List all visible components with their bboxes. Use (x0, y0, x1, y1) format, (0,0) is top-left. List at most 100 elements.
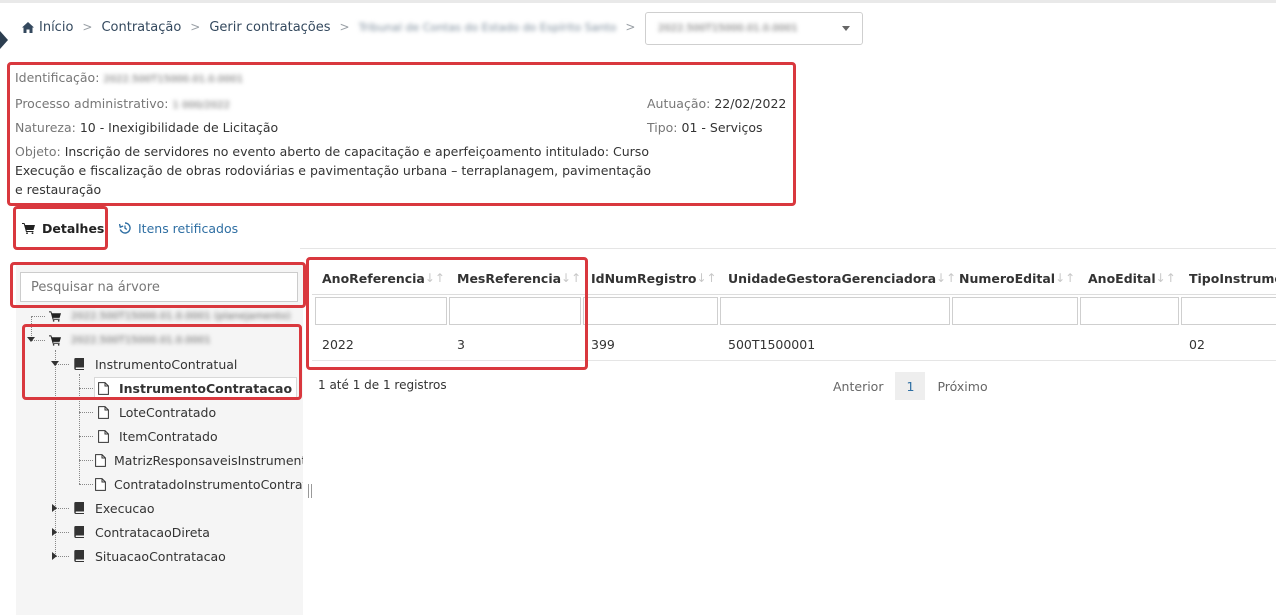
column-header-label: NumeroEdital (959, 270, 1056, 286)
tree-collapse-toggle[interactable] (51, 361, 59, 366)
column-header-numero-edital[interactable]: NumeroEdital ↓↑ (949, 262, 1078, 294)
tree-node-planejamento[interactable]: 2022.500T15000.01.0.0001 (planejamento) (47, 306, 303, 326)
tipo-label: Tipo: (647, 120, 678, 135)
breadcrumb-contratacao[interactable]: Contratação (101, 20, 181, 35)
tree-node-instrumento-contratual[interactable]: InstrumentoContratual (71, 354, 301, 374)
tree-expand-toggle[interactable] (52, 552, 57, 560)
tree-node-label: Execucao (95, 500, 155, 516)
tree-search-input[interactable] (20, 272, 298, 302)
book-icon (71, 526, 87, 538)
pagination-page-button[interactable]: 1 (895, 372, 926, 400)
chevron-right-icon: > (339, 20, 350, 34)
tab-itens-retificados-label: Itens retificados (138, 220, 239, 236)
tree-node-execucao[interactable]: Execucao (71, 498, 301, 518)
filter-input-mes-referencia[interactable] (449, 297, 581, 325)
book-icon (71, 358, 87, 370)
tree-node-contratado-instrumento[interactable]: ContratadoInstrumentoContratacao (95, 474, 303, 494)
column-header-ano-referencia[interactable]: AnoReferencia ↓↑ (312, 262, 447, 294)
tree-node-contratacao-direta[interactable]: ContratacaoDireta (71, 522, 301, 542)
pagination-info: 1 até 1 de 1 registros (318, 378, 447, 392)
data-table: AnoReferencia ↓↑ MesReferencia ↓↑ IdNumReg… (312, 262, 1276, 362)
book-icon (71, 502, 87, 514)
breadcrumb-home-label: Início (39, 19, 74, 35)
column-header-label: IdNumRegistro (591, 270, 697, 286)
tree-node-label: InstrumentoContratual (95, 356, 238, 372)
tree-expand-toggle[interactable] (52, 504, 57, 512)
column-header-label: MesReferencia (457, 270, 562, 286)
tree-node-label: ItemContratado (119, 428, 218, 444)
column-header-id-num-registro[interactable]: IdNumRegistro ↓↑ (581, 262, 718, 294)
column-header-mes-referencia[interactable]: MesReferencia ↓↑ (447, 262, 581, 294)
autuacao-label: Autuação: (647, 96, 711, 111)
filter-input-ano-referencia[interactable] (315, 297, 447, 325)
processo-row: Processo administrativo: 1 000/2022 (15, 96, 230, 111)
objeto-row: Objeto: Inscrição de servidores no event… (15, 142, 655, 199)
contratacao-select[interactable]: 2022.500T15000.01.0.0001 (645, 12, 863, 45)
filter-input-numero-edital[interactable] (952, 297, 1078, 325)
tree-collapse-toggle[interactable] (27, 337, 35, 342)
tree-connector (55, 532, 69, 533)
filter-input-unidade-gestora[interactable] (720, 297, 950, 325)
sort-icon[interactable]: ↓↑ (697, 271, 717, 285)
pagination-next-button[interactable]: Próximo (925, 372, 999, 400)
tree-node-item-contratado[interactable]: ItemContratado (95, 426, 301, 446)
tab-detalhes[interactable]: Detalhes (22, 218, 104, 238)
chevron-right-icon: > (82, 20, 93, 34)
breadcrumb-gerir-contratacoes[interactable]: Gerir contratações (209, 20, 330, 35)
processo-value: 1 000/2022 (172, 100, 230, 111)
column-header-tipo-instrumento[interactable]: TipoInstrumento (1179, 262, 1276, 294)
column-header-label: TipoInstrumento (1189, 270, 1276, 286)
column-header-unidade-gestora[interactable]: UnidadeGestoraGerenciadora ↓↑ (718, 262, 956, 294)
tree-node-label: 2022.500T15000.01.0.0001 (planejamento) (71, 310, 291, 322)
tree-expand-toggle[interactable] (52, 528, 57, 536)
filter-input-ano-edital[interactable] (1080, 297, 1179, 325)
panel-resize-handle[interactable] (308, 484, 312, 498)
header-divider (312, 294, 1276, 295)
sidebar-toggle-icon[interactable] (0, 31, 8, 49)
objeto-value: Inscrição de servidores no evento aberto… (15, 144, 652, 197)
tree-connector (31, 316, 45, 317)
shopping-cart-icon (22, 222, 35, 234)
table-cell: 399 (591, 336, 615, 352)
table-cell: 2022 (322, 336, 354, 352)
column-header-label: AnoReferencia (322, 270, 425, 286)
tree-node-situacao-contratacao[interactable]: SituacaoContratacao (71, 546, 301, 566)
sort-icon[interactable]: ↓↑ (1156, 271, 1176, 285)
tree-connector (55, 508, 69, 509)
tree-node-label: InstrumentoContratacao (119, 380, 293, 396)
pagination: Anterior 1 Próximo (821, 372, 1000, 400)
tree-node-lote-contratado[interactable]: LoteContratado (95, 402, 301, 422)
pagination-previous-button[interactable]: Anterior (821, 372, 895, 400)
natureza-label: Natureza: (15, 120, 76, 135)
tipo-value: 01 - Serviços (681, 120, 763, 135)
sort-icon[interactable]: ↓↑ (561, 271, 581, 285)
table-cell: 500T1500001 (728, 336, 816, 352)
breadcrumb-home[interactable]: Início (22, 20, 73, 35)
tree-node-contratacao[interactable]: 2022.500T15000.01.0.0001 (47, 330, 297, 350)
chevron-down-icon (842, 26, 850, 31)
tree-node-instrumento-contratacao[interactable]: InstrumentoContratacao (94, 377, 298, 399)
tree-node-label: SituacaoContratacao (95, 548, 226, 564)
table-cell: 3 (457, 336, 465, 352)
tree-connector (79, 388, 93, 389)
file-icon (95, 405, 111, 419)
table-cell (949, 334, 959, 354)
sort-icon[interactable]: ↓↑ (425, 271, 445, 285)
autuacao-row: Autuação: 22/02/2022 (647, 96, 786, 111)
breadcrumb-orgao[interactable]: Tribunal de Contas do Estado do Espírito… (359, 21, 617, 34)
tree-node-label: LoteContratado (119, 404, 217, 420)
column-header-label: UnidadeGestoraGerenciadora (728, 270, 937, 286)
filter-input-tipo-instrumento[interactable] (1181, 297, 1276, 325)
chevron-right-icon: > (190, 20, 201, 34)
breadcrumb: Início > Contratação > Gerir contrataçõe… (22, 14, 644, 40)
column-header-ano-edital[interactable]: AnoEdital ↓↑ (1078, 262, 1179, 294)
tree-connector (79, 484, 93, 485)
tree-connector (79, 412, 93, 413)
natureza-row: Natureza: 10 - Inexigibilidade de Licita… (15, 120, 278, 135)
tab-itens-retificados[interactable]: Itens retificados (119, 218, 238, 238)
filter-input-id-num-registro[interactable] (583, 297, 718, 325)
tipo-row: Tipo: 01 - Serviços (647, 120, 763, 135)
tree-node-matriz-responsaveis[interactable]: MatrizResponsaveisInstrumento (95, 450, 303, 470)
file-icon (95, 381, 111, 395)
sort-icon[interactable]: ↓↑ (1055, 271, 1075, 285)
